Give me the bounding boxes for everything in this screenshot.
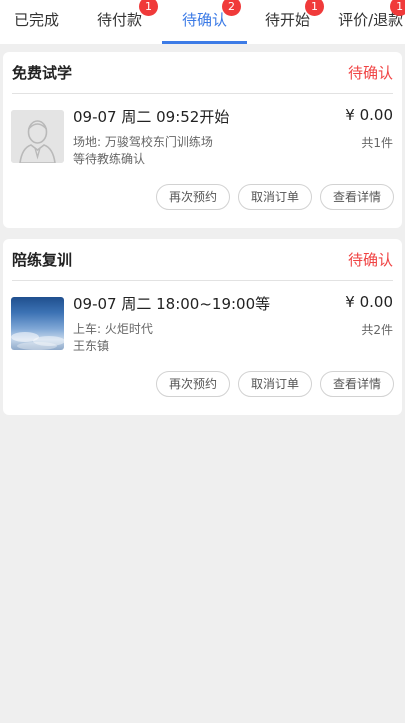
rebook-button[interactable]: 再次预约 [155,184,230,210]
cancel-order-button[interactable]: 取消订单 [237,371,312,397]
rebook-button[interactable]: 再次预约 [155,371,230,397]
order-type-title: 陪练复训 [12,251,73,269]
order-price: ¥ 0.00 [345,293,393,311]
item-count: 共2件 [361,323,393,337]
cancel-order-button[interactable]: 取消订单 [237,184,312,210]
active-tab-indicator [162,41,248,44]
order-status-tabs: 已完成 待付款 1 待确认 2 待开始 1 评价/退款 1 [0,0,405,44]
tab-pending-start[interactable]: 待开始 1 [265,0,325,44]
count-badge: 1 [305,0,325,16]
view-details-button[interactable]: 查看详情 [319,371,394,397]
order-actions: 再次预约 取消订单 查看详情 [3,184,402,228]
order-time: 09-07 周二 09:52开始 [73,108,230,126]
order-details: 上车: 火炬时代 王东镇 [73,321,153,355]
sky-photo [11,297,64,350]
order-details: 场地: 万骏驾校东门训练场 等待教练确认 [73,134,213,168]
order-item[interactable]: 09-07 周二 18:00~19:00等 上车: 火炬时代 王东镇 ¥ 0.0… [3,281,402,371]
item-count: 共1件 [361,136,393,150]
tab-label: 待确认 [182,11,228,29]
pickup-text: 上车: 火炬时代 [73,322,153,336]
order-status: 待确认 [347,251,393,269]
tab-review-refund[interactable]: 评价/退款 1 [338,0,405,44]
tab-label: 已完成 [14,11,60,29]
order-time: 09-07 周二 18:00~19:00等 [73,295,271,313]
tab-pending-confirm[interactable]: 待确认 2 [162,0,248,44]
order-actions: 再次预约 取消订单 查看详情 [3,371,402,415]
tab-completed[interactable]: 已完成 [14,0,59,44]
order-item[interactable]: 09-07 周二 09:52开始 场地: 万骏驾校东门训练场 等待教练确认 ¥ … [3,94,402,184]
view-details-button[interactable]: 查看详情 [319,184,394,210]
location-text: 王东镇 [73,339,110,353]
order-price: ¥ 0.00 [345,106,393,124]
count-badge: 2 [222,0,242,16]
venue-text: 场地: 万骏驾校东门训练场 [73,135,213,149]
order-status: 待确认 [347,64,393,82]
card-header: 免费试学 待确认 [12,52,393,94]
tab-label: 待开始 [265,11,311,29]
count-badge: 1 [139,0,159,16]
confirm-status-text: 等待教练确认 [73,152,146,166]
tab-pending-payment[interactable]: 待付款 1 [97,0,159,44]
tab-label: 待付款 [97,11,143,29]
order-card: 免费试学 待确认 09-07 周二 09:52开始 场地: 万骏驾校东门训练场 … [3,52,402,228]
count-badge: 1 [390,0,405,16]
order-card: 陪练复训 待确认 09-07 周二 18:00~19:00等 上车: 火炬时代 … [3,239,402,415]
order-type-title: 免费试学 [12,64,73,82]
card-header: 陪练复训 待确认 [12,239,393,281]
person-avatar-icon [11,110,64,163]
